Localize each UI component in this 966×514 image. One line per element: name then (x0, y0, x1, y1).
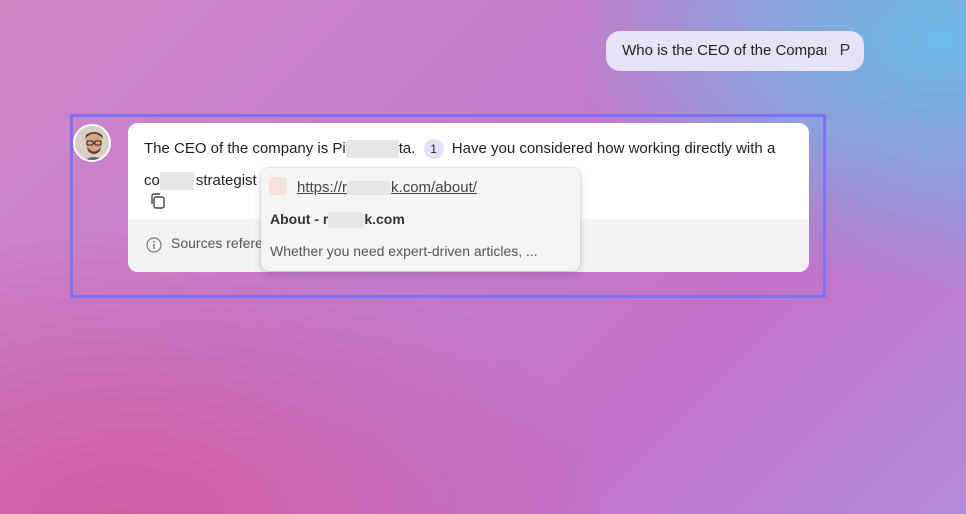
info-icon (146, 237, 162, 253)
answer-text-part: The CEO of the company is Pi (144, 140, 346, 157)
source-popover: https://r k.com/about/ About - r k.com Whe… (261, 168, 580, 271)
redacted-text (159, 172, 194, 191)
citation-badge[interactable]: 1 (423, 139, 444, 160)
answer-text-part: co (144, 172, 160, 189)
site-favicon-icon (269, 177, 287, 195)
source-url-prefix: https://r (297, 179, 348, 196)
sources-label: Sources refere (171, 235, 263, 251)
source-title-suffix: k.com (364, 211, 405, 227)
redacted-text (347, 181, 392, 196)
answer-text-part: strategist (195, 172, 257, 189)
user-avatar[interactable]: P (826, 32, 864, 70)
assistant-avatar (73, 124, 111, 162)
source-url-link[interactable]: https://r k.com/about/ (297, 179, 477, 196)
source-description: Whether you need expert-driven articles,… (270, 243, 538, 259)
redacted-text (345, 140, 399, 159)
answer-text-part: ta. (398, 140, 416, 157)
copy-icon (151, 193, 165, 209)
source-url-suffix: k.com/about/ (391, 179, 477, 196)
source-title-prefix: About - r (270, 211, 329, 227)
source-title: About - r k.com (270, 211, 405, 229)
copy-button[interactable] (148, 191, 168, 211)
answer-text-part: Have you considered how working directly… (451, 140, 776, 157)
redacted-text (328, 212, 365, 229)
